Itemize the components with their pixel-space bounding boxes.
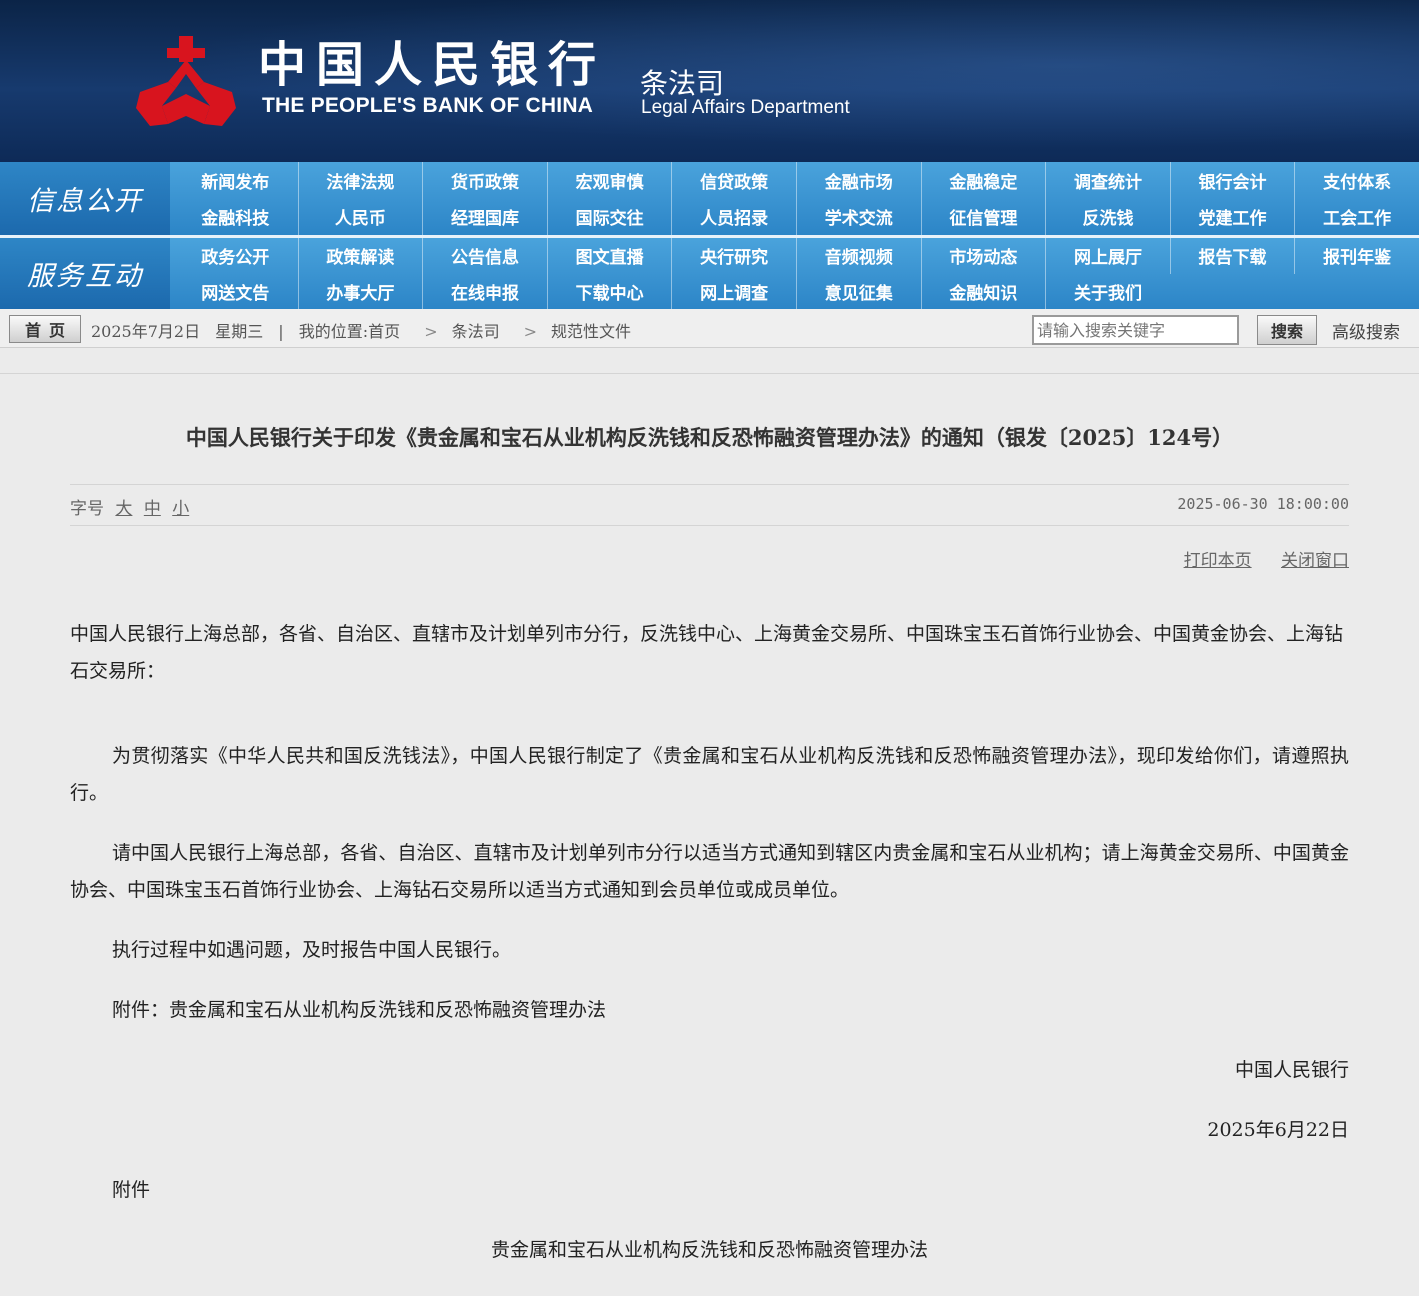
attachment-heading: 附件: [112, 1179, 151, 1201]
nav-item-credit-reference[interactable]: 征信管理: [920, 198, 1046, 235]
nav-item-accounting[interactable]: 银行会计: [1169, 162, 1295, 199]
nav-item-macroprudential[interactable]: 宏观审慎: [546, 162, 672, 199]
nav-item-reports[interactable]: 报告下载: [1169, 238, 1295, 274]
nav-item-announcements[interactable]: 公告信息: [422, 238, 547, 274]
bank-name-en: THE PEOPLE'S BANK OF CHINA: [262, 94, 594, 117]
nav-item-international[interactable]: 国际交往: [546, 198, 672, 235]
nav-item-statistics[interactable]: 调查统计: [1045, 162, 1170, 199]
nav-item-laws[interactable]: 法律法规: [297, 162, 423, 199]
font-small-link[interactable]: 小: [172, 499, 189, 519]
paragraph-3: 执行过程中如遇问题，及时报告中国人民银行。: [112, 939, 512, 961]
nav-item-financial-stability[interactable]: 金融稳定: [920, 162, 1046, 199]
nav-grid: 政务公开 政策解读 公告信息 图文直播 央行研究 音频视频 市场动态 网上展厅 …: [173, 238, 1419, 309]
paragraph-2: 请中国人民银行上海总部，各省、自治区、直辖市及计划单列市分行以适当方式通知到辖区…: [70, 842, 1349, 901]
nav-item-research[interactable]: 央行研究: [671, 238, 796, 274]
chevron-right-icon: >: [523, 322, 538, 341]
breadcrumb-home[interactable]: 我的位置:首页: [299, 322, 400, 341]
nav-item-fintech[interactable]: 金融科技: [173, 199, 298, 236]
current-date: 2025年7月2日: [91, 322, 201, 341]
pboc-logo: [136, 36, 236, 126]
font-size-controls: 字号 大 中 小: [70, 494, 189, 519]
article-body: 中国人民银行上海总部，各省、自治区、直辖市及计划单列市分行，反洗钱中心、上海黄金…: [70, 616, 1349, 1269]
nav-section-title: 服务互动: [0, 238, 170, 309]
nav-item-monetary-policy[interactable]: 货币政策: [422, 162, 547, 199]
divider: [0, 373, 1419, 374]
nav-item-union[interactable]: 工会工作: [1294, 198, 1419, 235]
paragraph-1: 为贯彻落实《中华人民共和国反洗钱法》，中国人民银行制定了《贵金属和宝石从业机构反…: [70, 745, 1349, 804]
nav-item-payment[interactable]: 支付体系: [1294, 162, 1419, 199]
nav-item-financial-market[interactable]: 金融市场: [795, 162, 921, 199]
nav-item-downloads[interactable]: 下载中心: [546, 273, 672, 309]
nav-item-media[interactable]: 音频视频: [795, 238, 921, 274]
publish-datetime: 2025-06-30 18:00:00: [1177, 495, 1349, 513]
nav-item-feedback[interactable]: 意见征集: [795, 273, 921, 309]
current-weekday: 星期三: [215, 322, 264, 341]
article-meta: 字号 大 中 小 2025-06-30 18:00:00: [70, 484, 1349, 526]
nav-item-online-filing[interactable]: 在线申报: [422, 273, 547, 309]
advanced-search-link[interactable]: 高级搜索: [1332, 318, 1400, 343]
nav-item-policy-interpretation[interactable]: 政策解读: [297, 238, 423, 274]
search-input[interactable]: [1032, 315, 1239, 345]
breadcrumb: 2025年7月2日 星期三 | 我的位置:首页 > 条法司 > 规范性文件: [91, 318, 641, 342]
nav-item-financial-knowledge[interactable]: 金融知识: [920, 273, 1046, 309]
nav-service-interaction: 服务互动 政务公开 政策解读 公告信息 图文直播 央行研究 音频视频 市场动态 …: [0, 235, 1419, 309]
nav-item-party[interactable]: 党建工作: [1169, 198, 1295, 235]
header-banner: 中国人民银行 THE PEOPLE'S BANK OF CHINA 条法司 Le…: [0, 0, 1419, 162]
nav-item-academic[interactable]: 学术交流: [795, 198, 921, 235]
article: 中国人民银行关于印发《贵金属和宝石从业机构反洗钱和反恐怖融资管理办法》的通知（银…: [70, 422, 1349, 1269]
nav-item-live[interactable]: 图文直播: [546, 238, 672, 274]
nav-grid: 新闻发布 法律法规 货币政策 宏观审慎 信贷政策 金融市场 金融稳定 调查统计 …: [173, 162, 1419, 235]
close-window-link[interactable]: 关闭窗口: [1281, 551, 1349, 571]
nav-item-aml[interactable]: 反洗钱: [1045, 198, 1170, 235]
nav-item-yearbook[interactable]: 报刊年鉴: [1294, 238, 1419, 274]
dept-name-cn: 条法司: [640, 67, 725, 100]
nav-item-service-hall[interactable]: 办事大厅: [297, 273, 423, 309]
nav-item-treasury[interactable]: 经理国库: [422, 198, 547, 235]
addressee: 中国人民银行上海总部，各省、自治区、直辖市及计划单列市分行，反洗钱中心、上海黄金…: [70, 623, 1344, 682]
nav-section-title: 信息公开: [0, 162, 170, 235]
attachment-title: 贵金属和宝石从业机构反洗钱和反恐怖融资管理办法: [490, 1239, 928, 1261]
home-button[interactable]: 首页: [9, 315, 81, 343]
nav-item-exhibition[interactable]: 网上展厅: [1045, 238, 1170, 274]
nav-item-market-news[interactable]: 市场动态: [920, 238, 1046, 274]
nav-item-gov-affairs[interactable]: 政务公开: [173, 238, 298, 274]
font-large-link[interactable]: 大: [115, 499, 132, 519]
breadcrumb-dept[interactable]: 条法司: [452, 322, 500, 341]
nav-item-about[interactable]: 关于我们: [1045, 273, 1170, 309]
nav-item-credit-policy[interactable]: 信贷政策: [671, 162, 796, 199]
chevron-right-icon: >: [424, 322, 438, 341]
signer: 中国人民银行: [1234, 1059, 1349, 1081]
location-bar: 首页 2025年7月2日 星期三 | 我的位置:首页>条法司>规范性文件 搜索 …: [0, 309, 1419, 348]
nav-item-survey[interactable]: 网上调查: [671, 273, 796, 309]
breadcrumb-current[interactable]: 规范性文件: [551, 322, 631, 341]
font-medium-link[interactable]: 中: [144, 499, 161, 519]
search-button[interactable]: 搜索: [1257, 315, 1317, 345]
article-tools: 打印本页 关闭窗口: [70, 546, 1349, 576]
nav-item-rmb[interactable]: 人民币: [297, 198, 423, 235]
nav-item-news[interactable]: 新闻发布: [173, 162, 298, 199]
font-size-label: 字号: [70, 499, 104, 519]
separator: |: [278, 322, 284, 341]
bank-name-cn: 中国人民银行: [258, 37, 607, 93]
nav-info-disclosure: 信息公开 新闻发布 法律法规 货币政策 宏观审慎 信贷政策 金融市场 金融稳定 …: [0, 162, 1419, 235]
attachment-line: 附件：贵金属和宝石从业机构反洗钱和反恐怖融资管理办法: [112, 999, 607, 1021]
nav-item-documents[interactable]: 网送文告: [173, 274, 298, 310]
print-link[interactable]: 打印本页: [1184, 551, 1252, 571]
article-title: 中国人民银行关于印发《贵金属和宝石从业机构反洗钱和反恐怖融资管理办法》的通知（银…: [185, 425, 1234, 450]
nav-item-recruitment[interactable]: 人员招录: [671, 198, 796, 235]
dept-name-en: Legal Affairs Department: [641, 97, 850, 118]
sign-date: 2025年6月22日: [1207, 1119, 1349, 1141]
